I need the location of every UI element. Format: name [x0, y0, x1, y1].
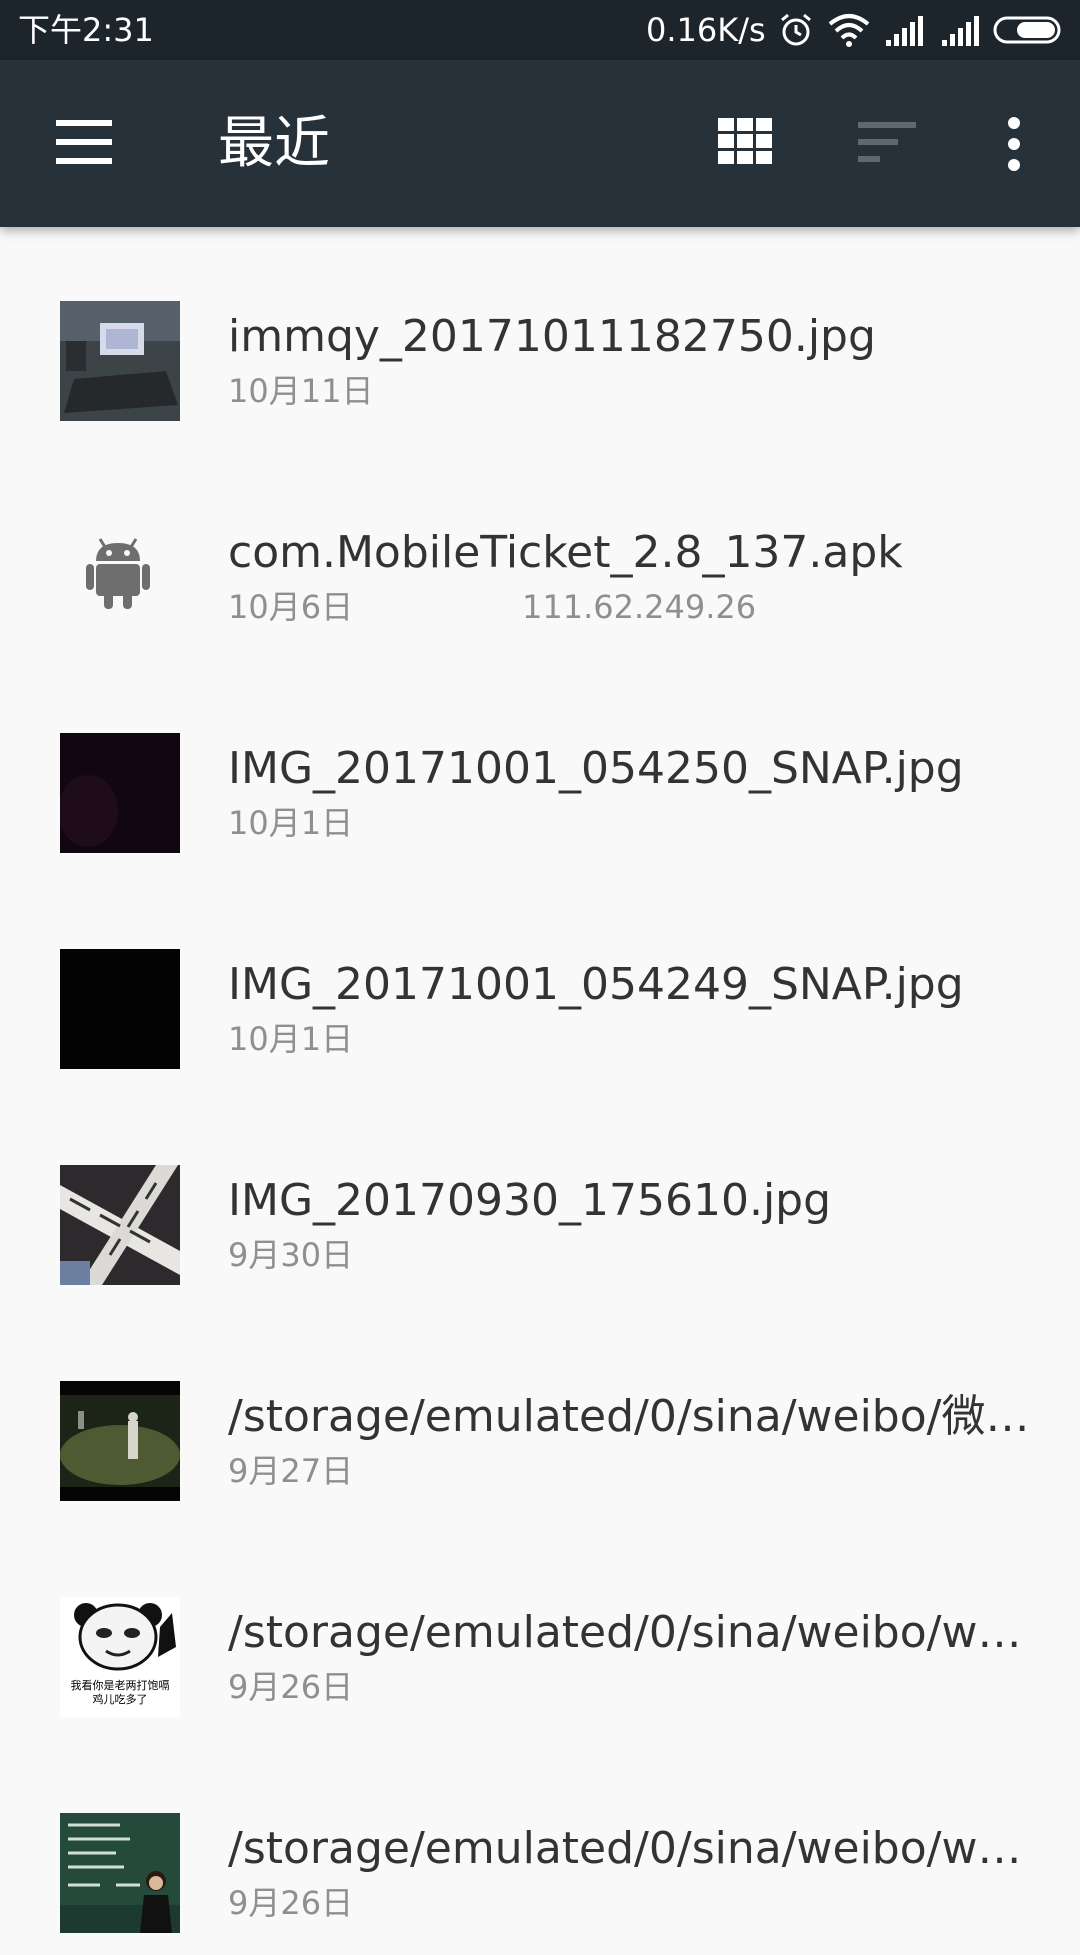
list-item[interactable]: 我看你是老两打饱嗝 鸡儿吃多了 /storage/emulated/0/sina… [0, 1523, 1080, 1739]
battery-icon [993, 16, 1061, 44]
app-bar: 最近 [0, 60, 1080, 227]
laptop-photo-icon [60, 301, 180, 421]
list-item[interactable]: com.MobileTicket_2.8_137.apk 10月6日 111.6… [0, 443, 1080, 659]
image-thumbnail [60, 1165, 180, 1285]
network-speed: 0.16K/s [646, 11, 766, 49]
file-date: 9月26日 [228, 1668, 354, 1706]
list-item[interactable]: IMG_20171001_054249_SNAP.jpg 10月1日 [0, 875, 1080, 1091]
file-size: 111.62.249.26 [522, 588, 757, 626]
list-item[interactable]: /storage/emulated/0/sina/weibo/w… 9月26日 [0, 1739, 1080, 1955]
file-date: 10月1日 [228, 1020, 354, 1058]
file-date: 10月6日 [228, 588, 354, 626]
meme-caption: 我看你是老两打饱嗝 [71, 1678, 170, 1692]
android-icon [86, 538, 150, 609]
list-item[interactable]: immqy_20171011182750.jpg 10月11日 [0, 227, 1080, 443]
file-name: IMG_20171001_054250_SNAP.jpg [228, 743, 964, 794]
file-date: 9月27日 [228, 1452, 354, 1490]
file-name: immqy_20171011182750.jpg [228, 311, 876, 362]
file-name: com.MobileTicket_2.8_137.apk [228, 527, 903, 578]
black-photo-icon [60, 949, 180, 1069]
file-name: /storage/emulated/0/sina/weibo/微… [228, 1391, 1030, 1442]
alarm-icon [781, 13, 811, 46]
list-item[interactable]: IMG_20170930_175610.jpg 9月30日 [0, 1091, 1080, 1307]
file-date: 10月1日 [228, 804, 354, 842]
signal-icon [886, 16, 923, 46]
meme-caption: 鸡儿吃多了 [93, 1692, 148, 1706]
dark-photo-icon [60, 733, 180, 853]
status-time: 下午2:31 [18, 11, 154, 49]
image-thumbnail [60, 1381, 180, 1501]
file-name: /storage/emulated/0/sina/weibo/w… [228, 1823, 1022, 1874]
blackboard-photo-icon [60, 1813, 180, 1933]
file-name: IMG_20170930_175610.jpg [228, 1175, 832, 1226]
menu-icon[interactable] [56, 120, 112, 164]
field-photo-icon [60, 1381, 180, 1501]
sort-icon[interactable] [858, 122, 916, 164]
wifi-icon [828, 14, 870, 47]
recent-files-list: immqy_20171011182750.jpg 10月11日 com.Mobi… [0, 227, 1080, 1955]
file-date: 9月26日 [228, 1884, 354, 1922]
list-item[interactable]: IMG_20171001_054250_SNAP.jpg 10月1日 [0, 659, 1080, 875]
file-date: 9月30日 [228, 1236, 354, 1274]
image-thumbnail [60, 949, 180, 1069]
more-icon[interactable] [998, 116, 1030, 172]
image-thumbnail [60, 301, 180, 421]
file-name: IMG_20171001_054249_SNAP.jpg [228, 959, 964, 1010]
panda-meme-icon: 我看你是老两打饱嗝 鸡儿吃多了 [60, 1597, 180, 1717]
signal-icon [942, 16, 979, 46]
paper-photo-icon [60, 1165, 180, 1285]
grid-view-icon[interactable] [718, 118, 772, 164]
image-thumbnail: 我看你是老两打饱嗝 鸡儿吃多了 [60, 1597, 180, 1717]
page-title: 最近 [218, 111, 330, 176]
list-item[interactable]: /storage/emulated/0/sina/weibo/微… 9月27日 [0, 1307, 1080, 1523]
image-thumbnail [60, 733, 180, 853]
file-name: /storage/emulated/0/sina/weibo/w… [228, 1607, 1022, 1658]
image-thumbnail [60, 1813, 180, 1933]
file-date: 10月11日 [228, 372, 374, 410]
status-bar: 下午2:31 0.16K/s [0, 0, 1080, 60]
